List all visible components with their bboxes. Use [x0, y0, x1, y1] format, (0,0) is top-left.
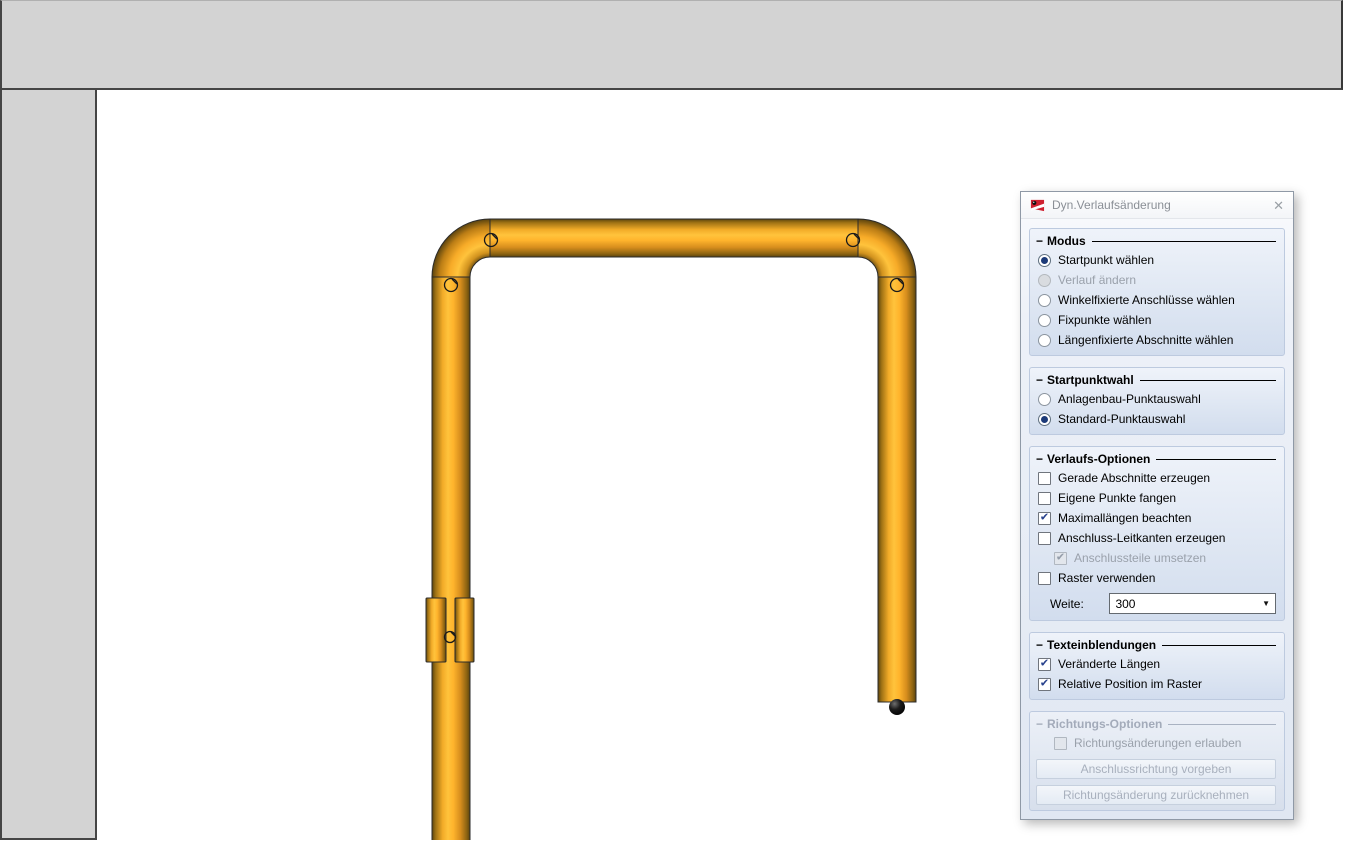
close-icon[interactable]: ✕ — [1273, 199, 1284, 212]
collapse-icon: − — [1036, 717, 1043, 731]
radio-laengenfixierte-abschnitte[interactable]: Längenfixierte Abschnitte wählen — [1036, 330, 1276, 350]
radio-icon[interactable] — [1038, 254, 1051, 267]
pipe-right-vertical[interactable] — [878, 277, 916, 702]
weite-value[interactable]: 300 — [1115, 597, 1262, 611]
group-verlaufs-optionen: − Verlaufs-Optionen Gerade Abschnitte er… — [1029, 446, 1285, 621]
group-modus: − Modus Startpunkt wählen Verlauf ändern… — [1029, 228, 1285, 356]
collapse-icon[interactable]: − — [1036, 373, 1043, 387]
group-title: Startpunktwahl — [1047, 373, 1134, 387]
radio-icon[interactable] — [1038, 334, 1051, 347]
checkbox-anschlussteile-umsetzen: ✔ Anschlussteile umsetzen — [1036, 548, 1276, 568]
weite-label: Weite: — [1050, 597, 1109, 611]
radio-startpunkt-waehlen[interactable]: Startpunkt wählen — [1036, 250, 1276, 270]
anschlussrichtung-vorgeben-button: Anschlussrichtung vorgeben — [1036, 759, 1276, 779]
checkbox-eigene-punkte[interactable]: Eigene Punkte fangen — [1036, 488, 1276, 508]
group-rule — [1168, 724, 1276, 725]
checkbox-maximallaengen[interactable]: ✔ Maximallängen beachten — [1036, 508, 1276, 528]
checkbox-veraenderte-laengen[interactable]: ✔ Veränderte Längen — [1036, 654, 1276, 674]
checkbox-icon[interactable] — [1038, 572, 1051, 585]
group-title: Richtungs-Optionen — [1047, 717, 1162, 731]
app-logo-icon — [1030, 198, 1045, 213]
pipe-bend-top-right[interactable] — [858, 219, 916, 277]
collapse-icon[interactable]: − — [1036, 452, 1043, 466]
radio-icon — [1038, 274, 1051, 287]
radio-icon[interactable] — [1038, 314, 1051, 327]
checkbox-checked-disabled-icon: ✔ — [1054, 552, 1067, 565]
checkbox-icon[interactable] — [1038, 472, 1051, 485]
group-richtungs-optionen: − Richtungs-Optionen Richtungsänderungen… — [1029, 711, 1285, 811]
checkbox-relative-position[interactable]: ✔ Relative Position im Raster — [1036, 674, 1276, 694]
radio-icon[interactable] — [1038, 413, 1051, 426]
group-title: Modus — [1047, 234, 1086, 248]
checkbox-richtungsaenderungen-erlauben: Richtungsänderungen erlauben — [1036, 733, 1276, 753]
group-rule — [1156, 459, 1276, 460]
group-richtungs-optionen-header: − Richtungs-Optionen — [1036, 715, 1276, 733]
radio-verlauf-aendern: Verlauf ändern — [1036, 270, 1276, 290]
radio-icon[interactable] — [1038, 294, 1051, 307]
dropdown-arrow-icon[interactable]: ▼ — [1262, 599, 1270, 608]
group-verlaufs-optionen-header[interactable]: − Verlaufs-Optionen — [1036, 450, 1276, 468]
checkbox-checked-icon[interactable]: ✔ — [1038, 658, 1051, 671]
endpoint-sphere-marker[interactable] — [889, 699, 905, 715]
checkbox-icon[interactable] — [1038, 532, 1051, 545]
group-startpunktwahl: − Startpunktwahl Anlagenbau-Punktauswahl… — [1029, 367, 1285, 435]
pipe-clamp-left-shell[interactable] — [426, 598, 446, 662]
pipe-clamp-right-shell[interactable] — [455, 598, 474, 662]
group-title: Verlaufs-Optionen — [1047, 452, 1150, 466]
collapse-icon[interactable]: − — [1036, 638, 1043, 652]
dyn-verlaufsaenderung-dialog: Dyn.Verlaufsänderung ✕ − Modus Startpunk… — [1020, 191, 1294, 820]
group-title: Texteinblendungen — [1047, 638, 1156, 652]
radio-anlagenbau-punktauswahl[interactable]: Anlagenbau-Punktauswahl — [1036, 389, 1276, 409]
radio-fixpunkte[interactable]: Fixpunkte wählen — [1036, 310, 1276, 330]
group-rule — [1162, 645, 1276, 646]
collapse-icon[interactable]: − — [1036, 234, 1043, 248]
checkbox-disabled-icon — [1054, 737, 1067, 750]
checkbox-gerade-abschnitte[interactable]: Gerade Abschnitte erzeugen — [1036, 468, 1276, 488]
dialog-title: Dyn.Verlaufsänderung — [1052, 198, 1266, 212]
weld-point-markers — [445, 234, 904, 643]
group-texteinblendungen-header[interactable]: − Texteinblendungen — [1036, 636, 1276, 654]
checkbox-checked-icon[interactable]: ✔ — [1038, 678, 1051, 691]
group-startpunktwahl-header[interactable]: − Startpunktwahl — [1036, 371, 1276, 389]
richtungsaenderung-zuruecknehmen-button: Richtungsänderung zurücknehmen — [1036, 785, 1276, 805]
dialog-titlebar[interactable]: Dyn.Verlaufsänderung ✕ — [1021, 192, 1293, 219]
checkbox-checked-icon[interactable]: ✔ — [1038, 512, 1051, 525]
group-rule — [1140, 380, 1276, 381]
weite-combobox[interactable]: 300 ▼ — [1109, 593, 1276, 614]
checkbox-icon[interactable] — [1038, 492, 1051, 505]
group-modus-header[interactable]: − Modus — [1036, 232, 1276, 250]
group-rule — [1092, 241, 1276, 242]
group-texteinblendungen: − Texteinblendungen ✔ Veränderte Längen … — [1029, 632, 1285, 700]
pipe-left-vertical[interactable] — [432, 277, 470, 840]
pipe-top-horizontal[interactable] — [490, 219, 858, 257]
weite-field-row: Weite: 300 ▼ — [1050, 593, 1276, 614]
radio-standard-punktauswahl[interactable]: Standard-Punktauswahl — [1036, 409, 1276, 429]
checkbox-anschluss-leitkanten[interactable]: Anschluss-Leitkanten erzeugen — [1036, 528, 1276, 548]
radio-icon[interactable] — [1038, 393, 1051, 406]
radio-winkelfixierte-anschluesse[interactable]: Winkelfixierte Anschlüsse wählen — [1036, 290, 1276, 310]
checkbox-raster-verwenden[interactable]: Raster verwenden — [1036, 568, 1276, 588]
pipe-bend-top-left[interactable] — [432, 219, 490, 277]
